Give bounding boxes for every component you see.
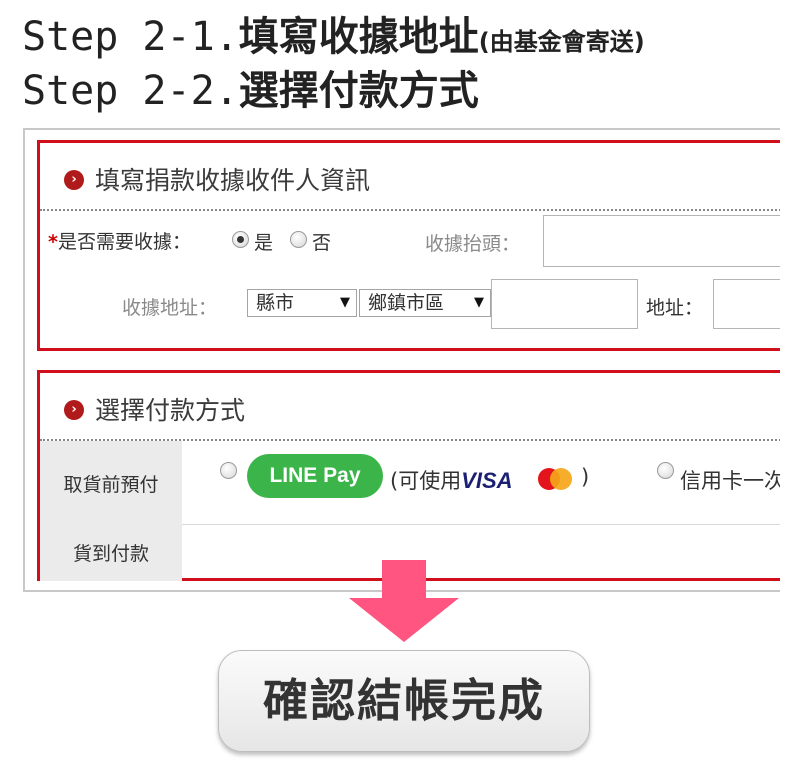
- street-address-input[interactable]: [713, 279, 780, 329]
- linepay-logo: LINE Pay: [247, 454, 383, 498]
- mastercard-logo-icon-secondary: [550, 468, 572, 490]
- receipt-no-label: 否: [312, 232, 332, 254]
- receipt-section-title: 填寫捐款收據收件人資訊: [95, 166, 371, 195]
- required-mark: *: [48, 231, 58, 253]
- county-select-value: 縣市: [256, 292, 295, 314]
- credit-card-label: 信用卡一次: [680, 469, 780, 493]
- zip-input[interactable]: [491, 279, 638, 329]
- step-subtitle: (由基金會寄送): [478, 28, 645, 56]
- receipt-section-header: › 填寫捐款收據收件人資訊: [40, 143, 780, 211]
- step-number: Step 2-2.: [22, 68, 239, 114]
- prepay-row-label: 取貨前預付: [63, 474, 159, 496]
- caret-down-icon: ▼: [340, 295, 350, 310]
- row-divider: [182, 524, 780, 525]
- receipt-yes-radio[interactable]: [232, 231, 249, 248]
- linepay-note-close: ): [581, 465, 590, 489]
- payment-section: › 選擇付款方式 取貨前預付 貨到付款 LINE Pay (可使用VISA ) …: [37, 370, 780, 581]
- receipt-title-input[interactable]: [543, 215, 780, 267]
- receipt-title-label: 收據抬頭：: [425, 233, 521, 255]
- down-arrow-icon: [349, 560, 459, 642]
- step-title: 選擇付款方式: [238, 68, 479, 114]
- step-2-1-heading: Step 2-1.填寫收據地址(由基金會寄送): [22, 4, 645, 62]
- payment-section-title: 選擇付款方式: [95, 396, 246, 425]
- district-select-value: 鄉鎮市區: [368, 292, 445, 314]
- payment-section-header: › 選擇付款方式: [40, 373, 780, 441]
- visa-logo: VISA: [461, 468, 513, 493]
- need-receipt-text: 是否需要收據：: [57, 231, 191, 253]
- linepay-note: (可使用VISA: [390, 465, 513, 495]
- chevron-right-circle-icon: ›: [64, 400, 84, 420]
- step-title: 填寫收據地址: [238, 14, 479, 60]
- step-2-2-heading: Step 2-2.選擇付款方式: [22, 58, 479, 116]
- chevron-right-circle-icon: ›: [64, 170, 84, 190]
- receipt-section: › 填寫捐款收據收件人資訊 *是否需要收據： 是 否 收據抬頭： 收據地址： 縣…: [37, 140, 780, 351]
- checkout-panel: › 填寫捐款收據收件人資訊 *是否需要收據： 是 否 收據抬頭： 收據地址： 縣…: [23, 128, 780, 592]
- district-select[interactable]: 鄉鎮市區 ▼: [359, 289, 491, 317]
- receipt-yes-label: 是: [254, 232, 274, 254]
- county-select[interactable]: 縣市 ▼: [247, 289, 357, 317]
- confirm-checkout-button[interactable]: 確認結帳完成: [218, 650, 590, 752]
- linepay-note-open: (可使用: [390, 469, 462, 493]
- receipt-address-label: 收據地址：: [122, 297, 218, 319]
- caret-down-icon: ▼: [474, 295, 484, 310]
- step-number: Step 2-1.: [22, 14, 239, 60]
- need-receipt-label: *是否需要收據：: [48, 227, 191, 254]
- cod-row-label: 貨到付款: [72, 543, 149, 565]
- receipt-no-radio[interactable]: [290, 231, 307, 248]
- street-address-label: 地址：: [646, 297, 704, 319]
- credit-card-radio[interactable]: [657, 462, 674, 479]
- linepay-radio[interactable]: [220, 462, 237, 479]
